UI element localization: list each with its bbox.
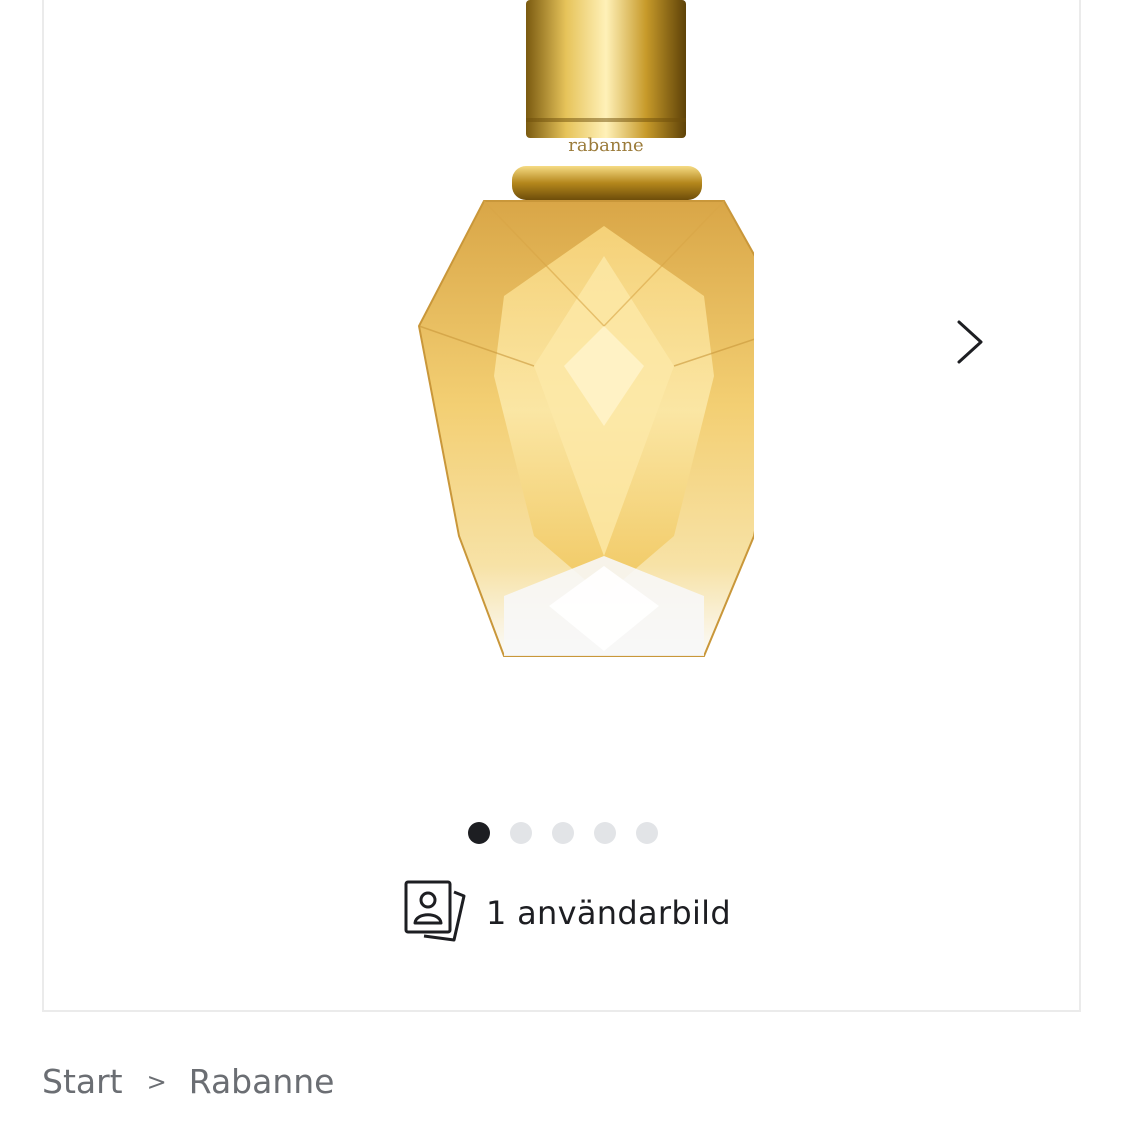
breadcrumb-separator: >: [146, 1067, 167, 1096]
user-images-label: 1 användarbild: [486, 894, 731, 932]
breadcrumb-item-start[interactable]: Start: [42, 1062, 123, 1101]
product-page: rabanne 1 användarbild Start > Rabanne: [0, 0, 1125, 1125]
chevron-right-icon: [955, 319, 985, 369]
breadcrumb: Start > Rabanne: [42, 1062, 334, 1101]
product-image[interactable]: rabanne: [374, 0, 754, 666]
product-gallery: rabanne 1 användarbild: [42, 0, 1081, 1012]
pagination-dot[interactable]: [636, 822, 658, 844]
user-images-link[interactable]: 1 användarbild: [402, 878, 731, 948]
svg-text:rabanne: rabanne: [568, 135, 643, 156]
user-photos-icon: [402, 878, 468, 948]
gallery-pagination: [468, 822, 658, 844]
pagination-dot[interactable]: [468, 822, 490, 844]
pagination-dot[interactable]: [510, 822, 532, 844]
breadcrumb-item-rabanne[interactable]: Rabanne: [189, 1062, 335, 1101]
pagination-dot[interactable]: [594, 822, 616, 844]
pagination-dot[interactable]: [552, 822, 574, 844]
next-image-button[interactable]: [940, 314, 1000, 374]
